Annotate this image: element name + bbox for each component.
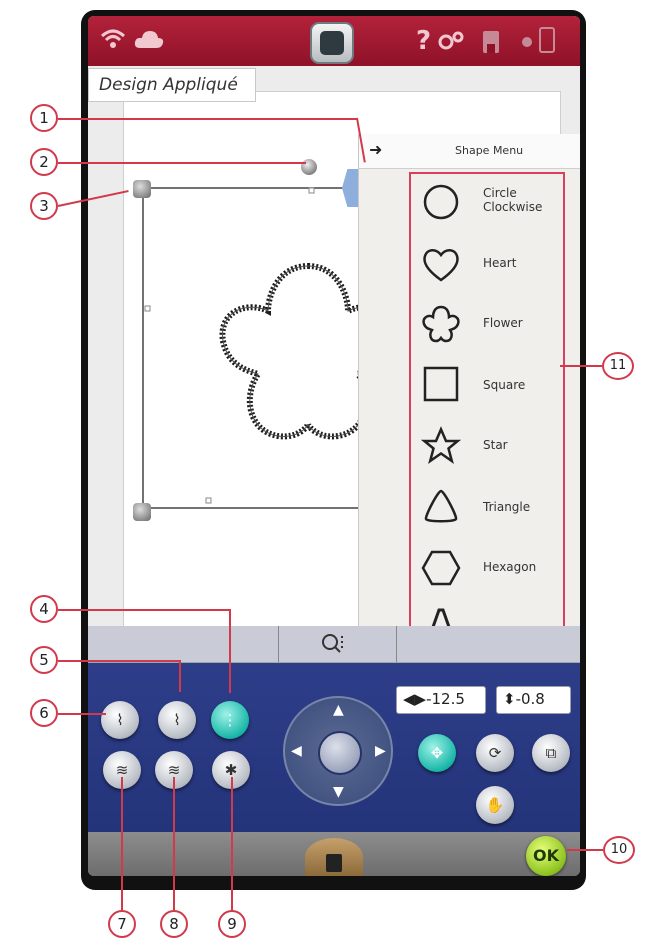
top-bar: ? — [88, 16, 580, 66]
device-status-icon — [522, 27, 555, 53]
callout-1: 1 — [30, 104, 58, 132]
footer-bar — [88, 832, 580, 876]
callout-2: 2 — [30, 148, 58, 176]
callout-3: 3 — [30, 192, 58, 220]
shape-item-triangle[interactable]: Triangle — [411, 478, 561, 538]
callout-line — [231, 777, 233, 911]
callout-line — [179, 660, 181, 692]
screen: ? ➜ Shape Menu Circle Clockwise Heart Fl… — [88, 16, 580, 876]
callout-9: 9 — [218, 910, 246, 938]
shape-item-star[interactable]: Star — [411, 418, 561, 478]
callout-line — [58, 162, 306, 164]
arrow-up-icon[interactable]: ▲ — [333, 702, 344, 718]
center-button[interactable] — [318, 731, 362, 775]
panel-tabs — [88, 626, 580, 663]
shape-label: Triangle — [483, 500, 531, 514]
hexagon-icon — [421, 550, 461, 586]
hand-icon: ✋ — [485, 796, 505, 814]
save-icon[interactable] — [482, 30, 500, 54]
shape-menu-header: ➜ Shape Menu — [359, 134, 580, 169]
move-button[interactable]: ✥ — [418, 734, 456, 772]
cloud-icon[interactable] — [134, 28, 164, 50]
collapse-arrow-icon[interactable]: ➜ — [369, 140, 382, 159]
y-value: -0.8 — [515, 690, 545, 708]
y-position-field[interactable]: ⬍-0.8 — [496, 686, 571, 714]
callout-line — [121, 777, 123, 911]
shape-label: Star — [483, 438, 508, 452]
shape-menu-title: Shape Menu — [455, 144, 524, 157]
x-value: -12.5 — [426, 690, 465, 708]
satin-stitch-button[interactable]: ⌇ — [158, 701, 196, 739]
circle-icon — [423, 184, 459, 220]
home-button[interactable] — [310, 22, 354, 64]
zigzag-stitch-button[interactable]: ⌇ — [101, 701, 139, 739]
help-icon[interactable]: ? — [416, 26, 431, 56]
settings-icon[interactable] — [438, 30, 466, 52]
embroidery-work-area[interactable]: ➜ Shape Menu Circle Clockwise Heart Flow… — [88, 66, 580, 676]
arrow-right-icon[interactable]: ▶ — [375, 743, 386, 759]
shape-item-square[interactable]: Square — [411, 356, 561, 416]
scale-icon: ⧉ — [545, 744, 557, 762]
callout-line — [173, 777, 175, 911]
ok-button[interactable]: OK — [526, 836, 566, 876]
rotate-icon: ⟳ — [488, 744, 502, 762]
position-wheel[interactable]: ▲ ▼ ◀ ▶ — [283, 696, 393, 806]
rotate-button[interactable]: ⟳ — [476, 734, 514, 772]
shape-item-hexagon[interactable]: Hexagon — [411, 540, 561, 600]
callout-8: 8 — [160, 910, 188, 938]
callout-line — [560, 365, 602, 367]
callout-line — [567, 849, 603, 851]
drawer-tab[interactable] — [305, 838, 363, 876]
move-icon: ✥ — [430, 744, 444, 762]
page-title: Design Appliqué — [88, 68, 256, 102]
callout-10: 10 — [603, 836, 635, 864]
square-icon — [423, 366, 459, 402]
shape-label: Flower — [483, 316, 523, 330]
drawer-icon — [326, 854, 342, 872]
zoom-icon[interactable] — [320, 632, 346, 656]
callout-7: 7 — [108, 910, 136, 938]
x-position-field[interactable]: ◀▶-12.5 — [396, 686, 486, 714]
heart-icon — [423, 249, 459, 282]
triangle-icon — [424, 489, 458, 523]
shape-label: Circle Clockwise — [483, 186, 543, 214]
callout-6: 6 — [30, 699, 58, 727]
wifi-icon[interactable] — [100, 28, 126, 50]
shape-label: Square — [483, 378, 526, 392]
shape-item-circle[interactable]: Circle Clockwise — [411, 174, 561, 234]
shape-item-flower[interactable]: Flower — [411, 296, 561, 356]
satin-stitch-icon: ⌇ — [173, 711, 181, 729]
blanket-stitch-icon: ⋮ — [222, 711, 238, 729]
shape-label: Hexagon — [483, 560, 537, 574]
callout-line — [58, 609, 230, 611]
callout-line — [58, 713, 106, 715]
zigzag-stitch-icon: ⌇ — [116, 711, 124, 729]
shape-menu-panel: ➜ Shape Menu Circle Clockwise Heart Flow… — [358, 134, 580, 676]
scale-button[interactable]: ⧉ — [532, 734, 570, 772]
arrow-left-icon[interactable]: ◀ — [291, 743, 302, 759]
corner-handle-bottom-left[interactable] — [133, 503, 151, 521]
corner-handle-top-left[interactable] — [133, 180, 151, 198]
arrow-down-icon[interactable]: ▼ — [333, 784, 344, 800]
star-icon — [421, 426, 461, 464]
shape-label: Heart — [483, 256, 517, 270]
callout-line — [58, 660, 180, 662]
callout-4: 4 — [30, 595, 58, 623]
callout-11: 11 — [602, 352, 634, 380]
callout-line — [229, 609, 231, 693]
pan-button[interactable]: ✋ — [476, 786, 514, 824]
home-icon — [320, 31, 344, 55]
flower-icon — [422, 305, 460, 343]
shape-item-heart[interactable]: Heart — [411, 236, 561, 296]
callout-line — [58, 118, 358, 120]
shape-list: Circle Clockwise Heart Flower Square Sta… — [409, 172, 565, 648]
callout-5: 5 — [30, 646, 58, 674]
blanket-stitch-button[interactable]: ⋮ — [211, 701, 249, 739]
